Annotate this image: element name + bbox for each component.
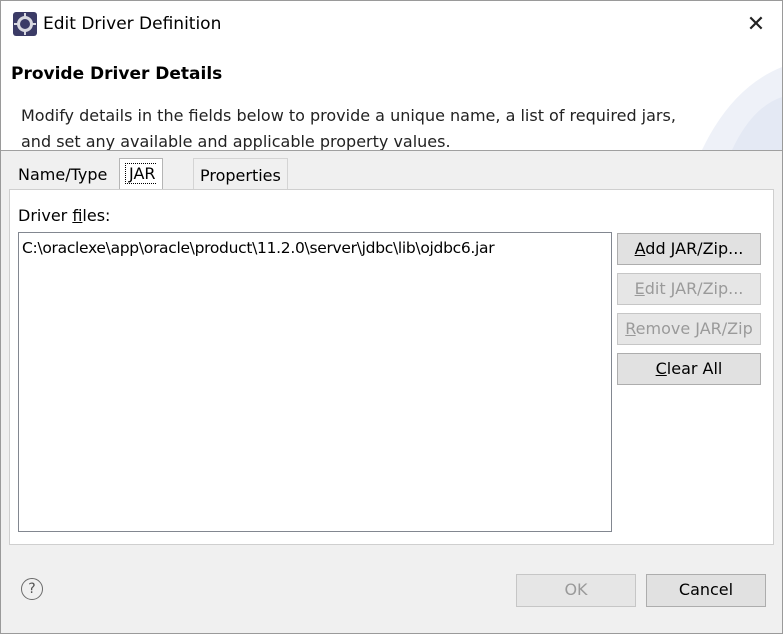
window-title: Edit Driver Definition xyxy=(43,14,222,34)
jar-list-panel: Driver files: C:\oraclexe\app\oracle\pro… xyxy=(9,189,774,545)
close-icon: ✕ xyxy=(746,11,766,37)
header-banner: Provide Driver Details Modify details in… xyxy=(1,47,782,151)
tab-properties[interactable]: Properties xyxy=(193,158,288,189)
tab-jar-list[interactable]: JAR List xyxy=(119,158,163,214)
list-item[interactable]: C:\oraclexe\app\oracle\product\11.2.0\se… xyxy=(22,239,495,257)
title-bar: Edit Driver Definition ✕ xyxy=(1,1,782,47)
cancel-button[interactable]: Cancel xyxy=(646,574,766,607)
edit-driver-dialog: Edit Driver Definition ✕ Provide Driver … xyxy=(0,0,783,634)
driver-files-list[interactable]: C:\oraclexe\app\oracle\product\11.2.0\se… xyxy=(18,232,612,532)
close-button[interactable]: ✕ xyxy=(737,7,775,41)
remove-jar-button[interactable]: Remove JAR/Zip xyxy=(617,313,761,345)
tab-name-type[interactable]: Name/Type xyxy=(12,158,114,188)
banner-description: Modify details in the fields below to pr… xyxy=(21,106,676,151)
edit-jar-button[interactable]: Edit JAR/Zip... xyxy=(617,273,761,305)
banner-heading: Provide Driver Details xyxy=(11,64,223,84)
eclipse-gear-icon xyxy=(13,12,37,36)
clear-all-button[interactable]: Clear All xyxy=(617,353,761,385)
add-jar-button[interactable]: Add JAR/Zip... xyxy=(617,233,761,265)
driver-files-label: Driver files: xyxy=(18,206,111,225)
help-icon[interactable]: ? xyxy=(21,578,43,600)
ok-button[interactable]: OK xyxy=(516,574,636,607)
